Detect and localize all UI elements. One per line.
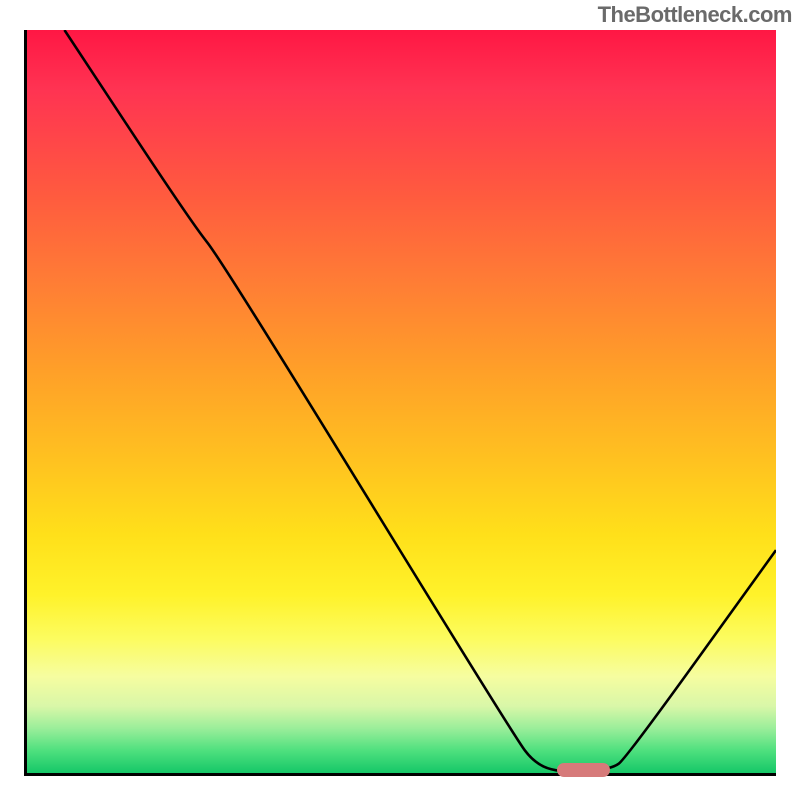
- optimal-point-marker: [557, 763, 610, 777]
- bottleneck-curve-line: [64, 30, 776, 772]
- chart-curve-svg: [27, 30, 776, 773]
- watermark-text: TheBottleneck.com: [598, 2, 792, 28]
- chart-plot-area: [24, 30, 776, 776]
